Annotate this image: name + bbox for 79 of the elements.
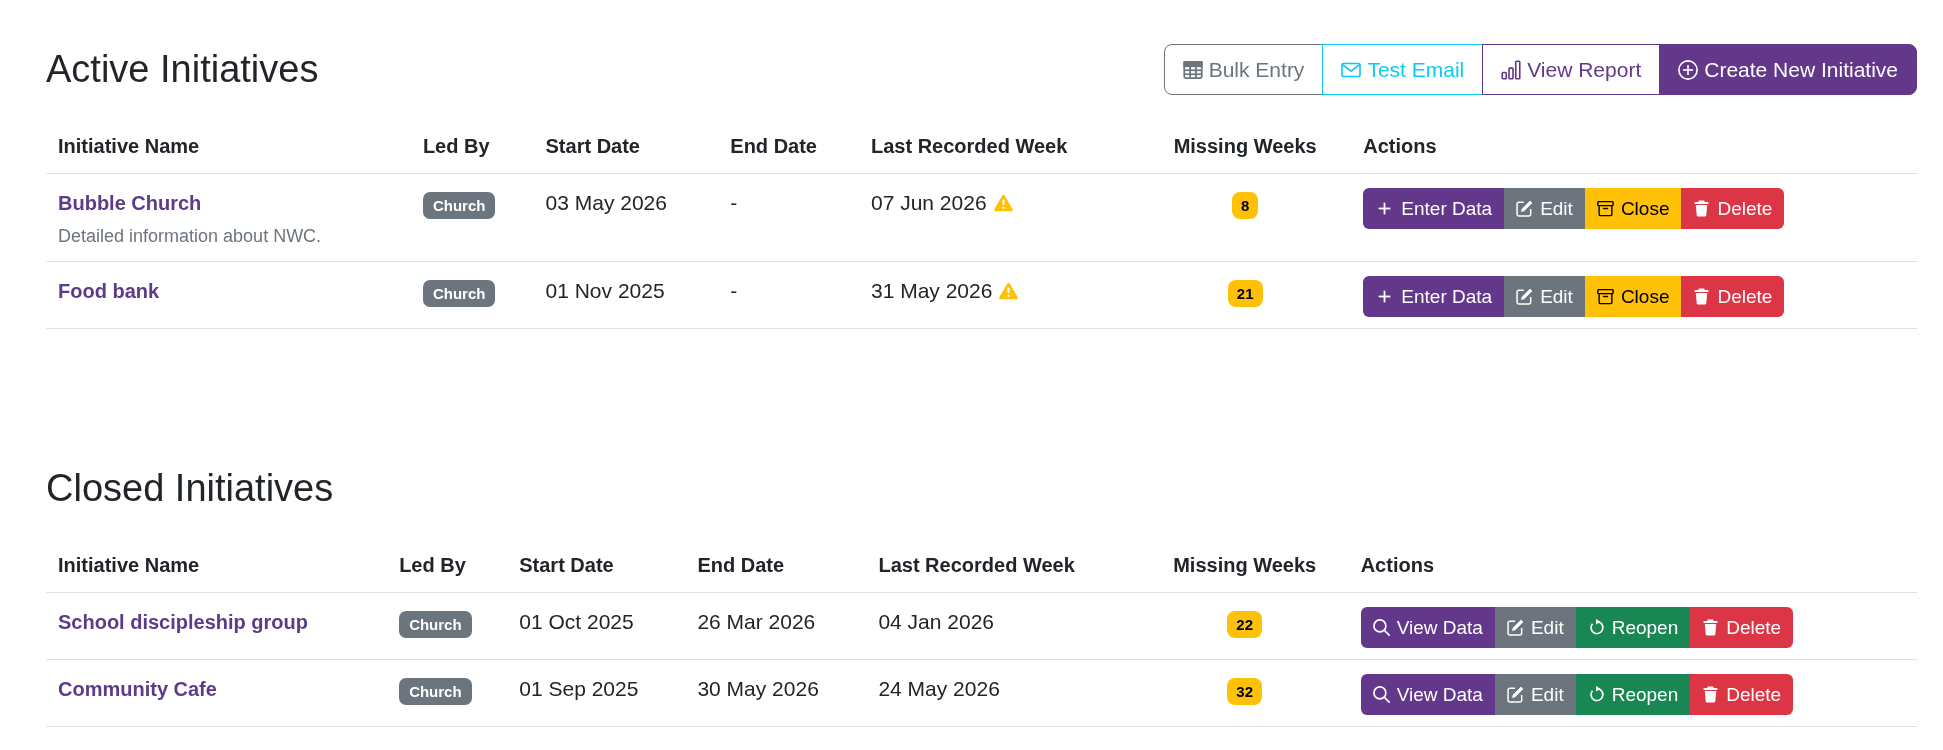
section-title: Closed Initiatives bbox=[46, 465, 334, 511]
last-recorded-date: 04 Jan 2026 bbox=[878, 610, 995, 633]
table-icon bbox=[1182, 59, 1203, 80]
edit-button[interactable]: Edit bbox=[1494, 674, 1576, 715]
create-initiative-button[interactable]: Create New Initiative bbox=[1659, 44, 1917, 95]
bar-chart-icon bbox=[1501, 59, 1522, 80]
missing-weeks-count: 22 bbox=[1227, 611, 1263, 638]
missing-weeks-count: 32 bbox=[1227, 678, 1263, 705]
bulk-entry-button[interactable]: Bulk Entry bbox=[1163, 44, 1324, 95]
delete-button[interactable]: Delete bbox=[1681, 276, 1785, 317]
initiative-link[interactable]: School discipleship group bbox=[58, 607, 309, 637]
missing-weeks-count: 8 bbox=[1232, 192, 1259, 219]
delete-button[interactable]: Delete bbox=[1681, 188, 1785, 229]
close-button[interactable]: Close bbox=[1584, 276, 1682, 317]
column-header: End Date bbox=[718, 119, 859, 174]
initiative-description: Detailed information about NWC. bbox=[58, 225, 323, 248]
column-header: Last Recorded Week bbox=[866, 538, 1141, 593]
column-header: Start Date bbox=[507, 538, 686, 593]
led-by-tag: Church bbox=[422, 280, 496, 307]
column-header: Start Date bbox=[533, 119, 719, 174]
led-by-tag: Church bbox=[399, 611, 472, 638]
plus-icon bbox=[1378, 290, 1392, 303]
column-header: Actions bbox=[1348, 538, 1917, 593]
view-data-button[interactable]: View Data bbox=[1360, 607, 1495, 648]
enter-data-button[interactable]: Enter Data bbox=[1363, 188, 1505, 229]
column-header: Last Recorded Week bbox=[858, 119, 1140, 174]
led-by-tag: Church bbox=[422, 192, 496, 219]
edit-button[interactable]: Edit bbox=[1504, 276, 1585, 317]
section-title: Active Initiatives bbox=[46, 46, 319, 92]
pencil-square-icon bbox=[1506, 619, 1524, 636]
edit-button[interactable]: Edit bbox=[1494, 607, 1576, 648]
table-cell: - bbox=[718, 261, 859, 329]
delete-button[interactable]: Delete bbox=[1690, 607, 1794, 648]
last-recorded-date: 07 Jun 2026 bbox=[870, 191, 987, 214]
table-cell: 03 May 2026 bbox=[533, 173, 719, 262]
initiative-link[interactable]: Community Cafe bbox=[58, 674, 217, 704]
column-header: Actions bbox=[1351, 119, 1917, 174]
column-header: End Date bbox=[685, 538, 867, 593]
column-header: Missing Weeks bbox=[1139, 119, 1352, 174]
trash-icon bbox=[1693, 200, 1711, 217]
delete-button[interactable]: Delete bbox=[1690, 674, 1794, 715]
led-by-tag: Church bbox=[399, 678, 472, 705]
initiative-link[interactable]: Bubble Church bbox=[58, 188, 202, 218]
column-header: Led By bbox=[410, 119, 534, 174]
column-header: Initiative Name bbox=[46, 119, 411, 174]
view-data-button[interactable]: View Data bbox=[1360, 674, 1495, 715]
view-report-button[interactable]: View Report bbox=[1482, 44, 1661, 95]
archive-box-icon bbox=[1596, 200, 1614, 217]
table-cell: - bbox=[718, 173, 859, 262]
plus-icon bbox=[1378, 202, 1392, 215]
trash-icon bbox=[1702, 619, 1720, 636]
pencil-square-icon bbox=[1516, 288, 1534, 305]
pencil-square-icon bbox=[1516, 200, 1534, 217]
enter-data-button[interactable]: Enter Data bbox=[1363, 276, 1505, 317]
table-cell: 01 Oct 2025 bbox=[507, 592, 686, 660]
last-recorded-date: 31 May 2026 bbox=[870, 279, 993, 302]
table-cell: 30 May 2026 bbox=[685, 659, 867, 727]
trash-icon bbox=[1693, 288, 1711, 305]
table-cell: 01 Nov 2025 bbox=[533, 261, 719, 329]
reopen-button[interactable]: Reopen bbox=[1575, 607, 1691, 648]
last-recorded-date: 24 May 2026 bbox=[878, 677, 1000, 700]
table-cell: 26 Mar 2026 bbox=[685, 592, 867, 660]
reopen-button[interactable]: Reopen bbox=[1575, 674, 1691, 715]
pencil-square-icon bbox=[1506, 686, 1524, 703]
search-icon bbox=[1372, 619, 1390, 636]
search-icon bbox=[1372, 686, 1390, 703]
edit-button[interactable]: Edit bbox=[1504, 188, 1585, 229]
rotate-arrow-icon bbox=[1587, 619, 1605, 636]
plus-circle-icon bbox=[1678, 59, 1699, 80]
column-header: Initiative Name bbox=[46, 538, 388, 593]
initiative-link[interactable]: Food bank bbox=[58, 276, 160, 306]
missing-weeks-count: 21 bbox=[1227, 280, 1263, 307]
close-button[interactable]: Close bbox=[1584, 188, 1682, 229]
archive-box-icon bbox=[1596, 288, 1614, 305]
trash-icon bbox=[1702, 686, 1720, 703]
rotate-arrow-icon bbox=[1587, 686, 1605, 703]
column-header: Missing Weeks bbox=[1140, 538, 1349, 593]
column-header: Led By bbox=[387, 538, 508, 593]
table-cell: 01 Sep 2025 bbox=[507, 659, 686, 727]
